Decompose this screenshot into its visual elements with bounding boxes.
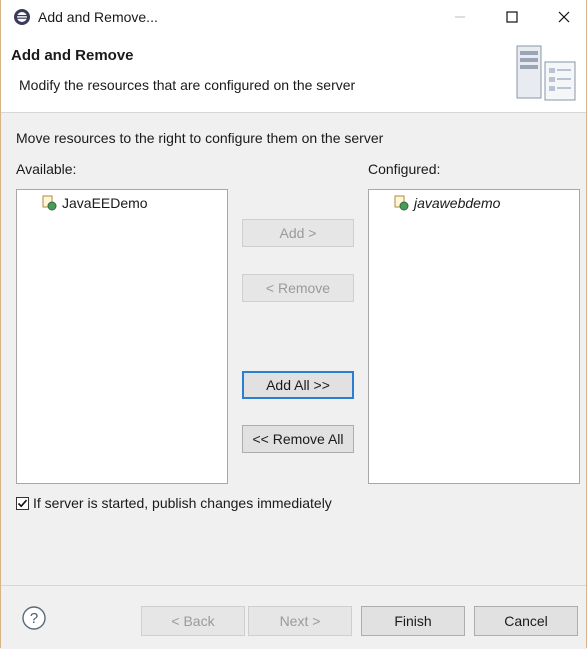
add-all-button[interactable]: Add All >> <box>242 371 354 399</box>
finish-button[interactable]: Finish <box>361 606 465 636</box>
server-banner-icon <box>511 42 579 104</box>
svg-text:?: ? <box>30 610 38 627</box>
eclipse-app-icon <box>13 8 31 26</box>
web-project-icon <box>393 195 409 211</box>
list-item-label: JavaEEDemo <box>62 195 148 211</box>
maximize-button[interactable] <box>489 0 535 34</box>
wizard-footer: ? < Back Next > Finish Cancel <box>1 585 586 649</box>
back-button[interactable]: < Back <box>141 606 245 636</box>
window-title: Add and Remove... <box>38 9 158 25</box>
next-button[interactable]: Next > <box>248 606 352 636</box>
cancel-button[interactable]: Cancel <box>474 606 578 636</box>
publish-checkbox-label: If server is started, publish changes im… <box>33 495 332 511</box>
dialog-window: Add and Remove... Add and Remove Modify … <box>0 0 587 649</box>
publish-checkbox[interactable] <box>16 496 29 510</box>
available-label: Available: <box>16 161 77 177</box>
configured-label: Configured: <box>368 161 441 177</box>
header-title: Add and Remove <box>11 47 134 64</box>
close-button[interactable] <box>541 0 587 34</box>
minimize-button[interactable] <box>437 0 483 34</box>
minimize-icon <box>455 16 465 18</box>
remove-button[interactable]: < Remove <box>242 274 354 302</box>
checkmark-icon <box>17 499 28 507</box>
publish-option[interactable]: If server is started, publish changes im… <box>16 495 332 511</box>
list-item-label: javawebdemo <box>414 195 501 211</box>
web-project-icon <box>41 195 57 211</box>
help-icon[interactable]: ? <box>22 606 46 630</box>
add-button[interactable]: Add > <box>242 219 354 247</box>
list-item[interactable]: JavaEEDemo <box>41 195 148 211</box>
header-description: Modify the resources that are configured… <box>19 77 356 93</box>
close-icon <box>558 11 570 23</box>
configured-list[interactable]: javawebdemo <box>368 189 580 484</box>
remove-all-button[interactable]: << Remove All <box>242 425 354 453</box>
instruction-text: Move resources to the right to configure… <box>16 130 384 146</box>
maximize-icon <box>506 11 518 23</box>
list-item[interactable]: javawebdemo <box>393 195 500 211</box>
wizard-header: Add and Remove Modify the resources that… <box>1 34 586 113</box>
available-list[interactable]: JavaEEDemo <box>16 189 228 484</box>
title-bar[interactable]: Add and Remove... <box>1 0 586 34</box>
